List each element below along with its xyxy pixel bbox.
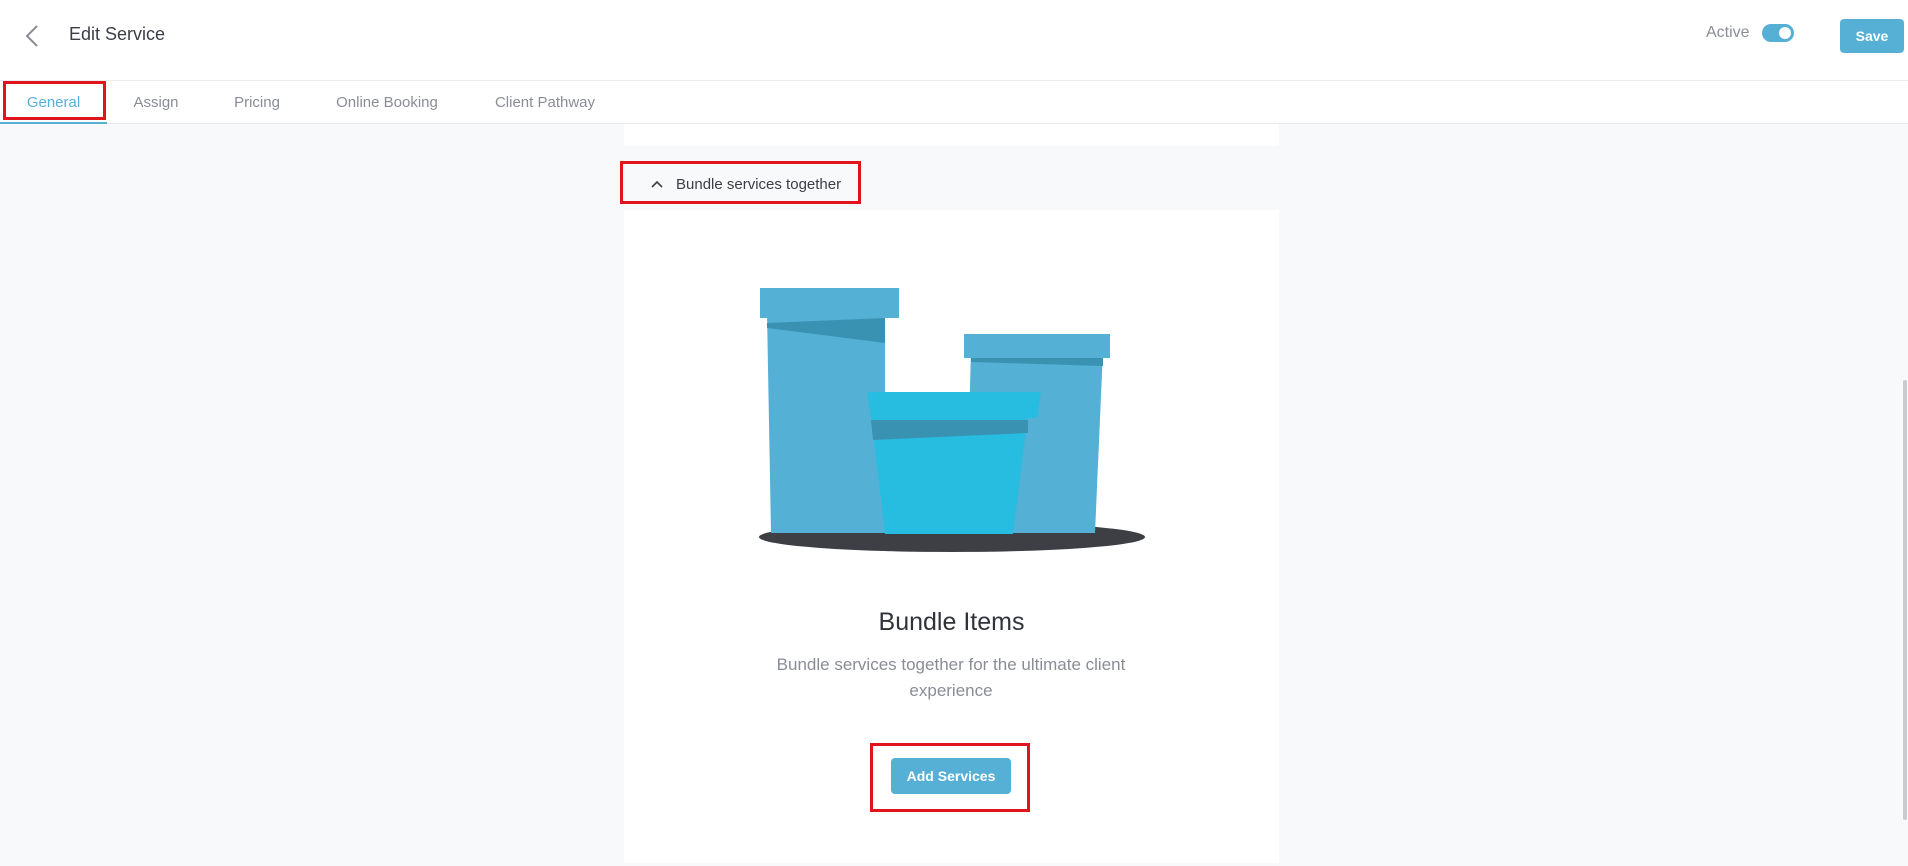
app-header: Edit Service Active Save xyxy=(0,0,1908,81)
previous-card xyxy=(624,124,1279,146)
toggle-knob xyxy=(1778,27,1791,39)
bundle-heading: Bundle Items xyxy=(878,608,1025,636)
tab-assign[interactable]: Assign xyxy=(122,81,190,123)
tab-online-booking[interactable]: Online Booking xyxy=(324,81,450,123)
bundle-description: Bundle services together for the ultimat… xyxy=(776,655,1126,700)
tab-general[interactable]: General xyxy=(0,81,107,124)
tab-bar: General Assign Pricing Online Booking Cl… xyxy=(0,81,1908,124)
chevron-left-icon xyxy=(25,25,38,47)
active-toggle[interactable] xyxy=(1761,24,1794,42)
bundle-card: Bundle Items Bundle services together fo… xyxy=(624,210,1279,863)
add-services-button[interactable]: Add Services xyxy=(891,758,1011,794)
back-button[interactable] xyxy=(18,20,46,52)
tab-client-pathway[interactable]: Client Pathway xyxy=(482,81,608,123)
save-button[interactable]: Save xyxy=(1840,19,1904,53)
chevron-up-icon xyxy=(650,177,664,191)
active-status: Active xyxy=(1706,24,1794,42)
bundle-section-toggle[interactable]: Bundle services together xyxy=(624,164,859,204)
page-title: Edit Service xyxy=(69,24,166,44)
vertical-scrollbar[interactable] xyxy=(1903,380,1907,820)
tab-pricing[interactable]: Pricing xyxy=(222,81,292,123)
active-label: Active xyxy=(1706,24,1750,41)
bundle-section-title: Bundle services together xyxy=(676,175,842,193)
boxes-illustration xyxy=(759,288,1145,552)
